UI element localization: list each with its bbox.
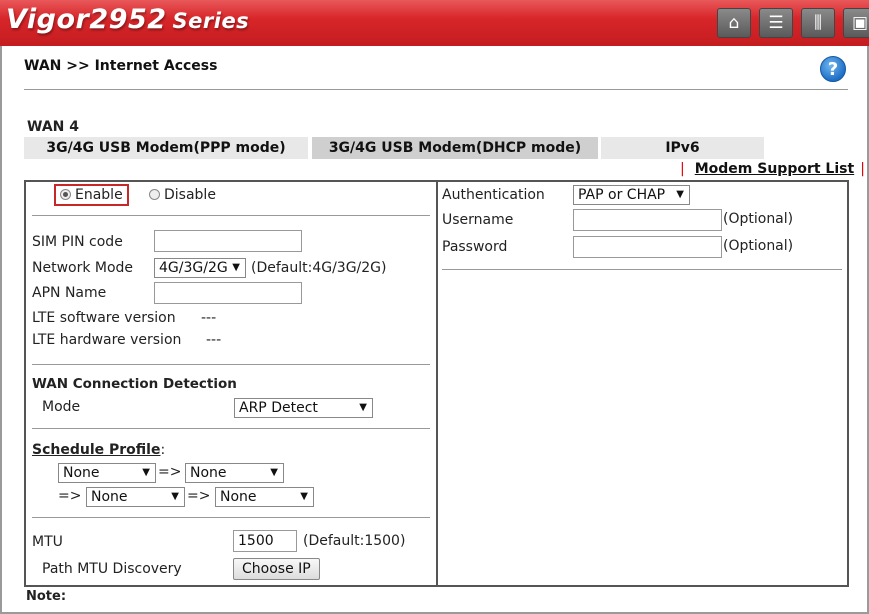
schedule-profile-heading: Schedule Profile: bbox=[32, 442, 166, 458]
sliders-icon[interactable]: ⫼ bbox=[801, 8, 835, 38]
wan-detection-title: WAN Connection Detection bbox=[32, 376, 237, 392]
modem-support-list-link[interactable]: Modem Support List bbox=[695, 161, 854, 177]
network-mode-default: (Default:4G/3G/2G) bbox=[251, 260, 387, 276]
lte-hardware-label: LTE hardware version bbox=[32, 332, 182, 348]
divider bbox=[32, 364, 430, 365]
network-mode-select[interactable]: 4G/3G/2G ▼ bbox=[154, 258, 246, 278]
divider bbox=[32, 215, 430, 216]
note-label: Note: bbox=[26, 589, 67, 604]
dropdown-arrow-icon: ▼ bbox=[171, 491, 179, 502]
sim-pin-input[interactable] bbox=[154, 230, 302, 252]
modem-support-link-wrap: | Modem Support List | bbox=[680, 161, 865, 177]
schedule-arrow: => bbox=[158, 464, 182, 480]
home-icon[interactable]: ⌂ bbox=[717, 8, 751, 38]
breadcrumb: WAN >> Internet Access bbox=[24, 58, 218, 74]
schedule-arrow: => bbox=[187, 488, 211, 504]
password-label: Password bbox=[442, 239, 508, 255]
schedule-arrow: => bbox=[58, 488, 82, 504]
password-hint: (Optional) bbox=[723, 238, 794, 254]
network-mode-label: Network Mode bbox=[32, 260, 134, 276]
tab-ipv6[interactable]: IPv6 bbox=[601, 137, 764, 159]
radio-unchecked-icon bbox=[149, 189, 160, 200]
page-title: WAN 4 bbox=[27, 119, 79, 135]
apn-name-input[interactable] bbox=[154, 282, 302, 304]
tab-ppp-mode[interactable]: 3G/4G USB Modem(PPP mode) bbox=[24, 137, 308, 159]
header-toolbar: ⌂ ☰ ⫼ ▣ bbox=[717, 8, 869, 38]
choose-ip-button[interactable]: Choose IP bbox=[233, 558, 320, 580]
settings-panel: Enable Disable SIM PIN code Network Mode… bbox=[24, 180, 849, 587]
divider bbox=[24, 89, 848, 90]
dropdown-arrow-icon: ▼ bbox=[300, 491, 308, 502]
apn-name-label: APN Name bbox=[32, 285, 107, 301]
dropdown-arrow-icon: ▼ bbox=[270, 467, 278, 478]
divider bbox=[32, 428, 430, 429]
detection-mode-select[interactable]: ARP Detect ▼ bbox=[234, 398, 373, 418]
brand-logo: Vigor2952 Series bbox=[6, 4, 250, 35]
tab-dhcp-mode[interactable]: 3G/4G USB Modem(DHCP mode) bbox=[312, 137, 598, 159]
mtu-input[interactable]: 1500 bbox=[233, 530, 297, 552]
dropdown-arrow-icon: ▼ bbox=[359, 402, 367, 413]
schedule-profile-link[interactable]: Schedule Profile bbox=[32, 442, 160, 458]
sim-pin-label: SIM PIN code bbox=[32, 234, 123, 250]
schedule-select-2[interactable]: None ▼ bbox=[185, 463, 284, 483]
schedule-select-1[interactable]: None ▼ bbox=[58, 463, 156, 483]
right-column: Authentication PAP or CHAP ▼ Username (Op… bbox=[440, 182, 847, 585]
left-column: Enable Disable SIM PIN code Network Mode… bbox=[26, 182, 438, 585]
schedule-select-3[interactable]: None ▼ bbox=[86, 487, 185, 507]
password-input[interactable] bbox=[573, 236, 722, 258]
disable-radio[interactable]: Disable bbox=[149, 187, 216, 203]
username-input[interactable] bbox=[573, 209, 722, 231]
dropdown-arrow-icon: ▼ bbox=[232, 262, 240, 273]
schedule-select-4[interactable]: None ▼ bbox=[215, 487, 314, 507]
dropdown-arrow-icon: ▼ bbox=[142, 467, 150, 478]
dropdown-arrow-icon: ▼ bbox=[676, 189, 684, 200]
lte-software-value: --- bbox=[201, 310, 217, 326]
authentication-select[interactable]: PAP or CHAP ▼ bbox=[573, 185, 690, 205]
lte-software-label: LTE software version bbox=[32, 310, 176, 326]
divider bbox=[32, 517, 430, 518]
username-label: Username bbox=[442, 212, 514, 228]
username-hint: (Optional) bbox=[723, 211, 794, 227]
divider bbox=[442, 269, 842, 270]
layout-icon[interactable]: ☰ bbox=[759, 8, 793, 38]
mode-label: Mode bbox=[42, 399, 81, 415]
radio-checked-icon bbox=[60, 189, 71, 200]
mtu-label: MTU bbox=[32, 534, 63, 550]
help-icon[interactable]: ? bbox=[820, 56, 846, 82]
mtu-default: (Default:1500) bbox=[303, 533, 406, 549]
save-icon[interactable]: ▣ bbox=[843, 8, 869, 38]
app-header: Vigor2952 Series ⌂ ☰ ⫼ ▣ bbox=[0, 0, 869, 46]
lte-hardware-value: --- bbox=[206, 332, 222, 348]
path-mtu-label: Path MTU Discovery bbox=[42, 561, 182, 577]
authentication-label: Authentication bbox=[442, 187, 545, 203]
enable-radio[interactable]: Enable bbox=[54, 184, 129, 206]
